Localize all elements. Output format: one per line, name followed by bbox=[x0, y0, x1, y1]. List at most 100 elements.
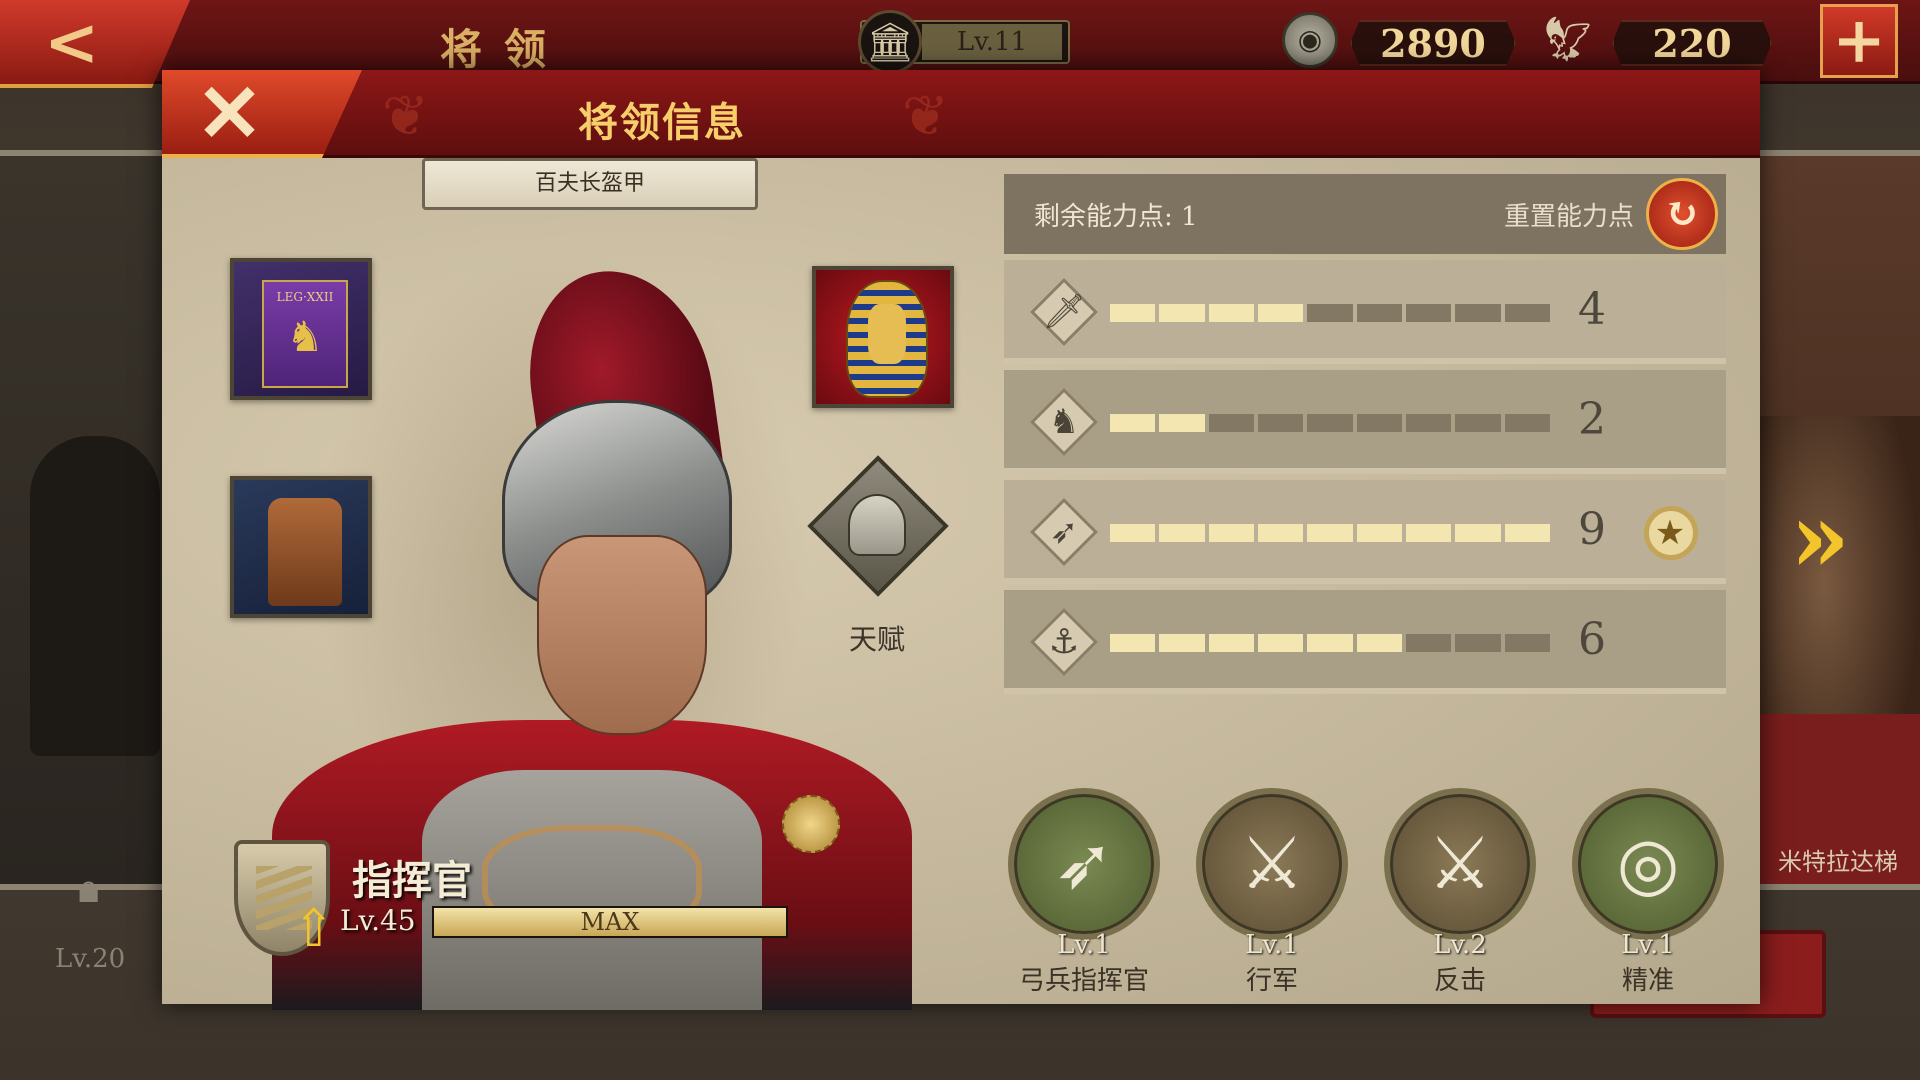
stat-segment-empty bbox=[1504, 634, 1550, 652]
stat-segment-empty bbox=[1307, 304, 1353, 322]
next-general-name: 米特拉达梯 bbox=[1778, 848, 1898, 876]
stat-row-attack[interactable]: 🗡︎ 4 bbox=[1004, 260, 1726, 364]
stat-segment-empty bbox=[1406, 304, 1452, 322]
stat-segment-empty bbox=[1504, 414, 1550, 432]
skill-level: Lv.1 bbox=[1245, 930, 1299, 960]
laurel-right-icon: ❦ bbox=[902, 84, 949, 149]
required-level: Lv.20 bbox=[55, 944, 126, 974]
stat-segment-empty bbox=[1307, 414, 1353, 432]
stat-segment-filled bbox=[1208, 524, 1254, 542]
skill-level: Lv.2 bbox=[1433, 930, 1487, 960]
castle-level-text: Lv.11 bbox=[922, 24, 1062, 60]
stat-segment-filled bbox=[1159, 524, 1205, 542]
anchor-icon: ⚓︎ bbox=[1030, 608, 1098, 676]
target-icon: ◎ bbox=[1616, 821, 1680, 905]
skill-level: Lv.1 bbox=[1621, 930, 1675, 960]
equipment-slot-mask[interactable] bbox=[812, 266, 954, 408]
stat-segment-filled bbox=[1208, 304, 1254, 322]
stat-segment-filled bbox=[1110, 304, 1156, 322]
dialog-title: 将领信息 bbox=[578, 99, 746, 146]
rank-title: 指挥官 bbox=[352, 857, 472, 904]
stat-row-naval[interactable]: ⚓︎ 6 bbox=[1004, 590, 1726, 694]
skill-march[interactable]: ⚔︎ Lv.1 行军 bbox=[1192, 788, 1352, 1008]
stat-segment-empty bbox=[1455, 634, 1501, 652]
stat-row-cavalry[interactable]: ♞ 2 bbox=[1004, 370, 1726, 474]
stat-segment-filled bbox=[1356, 634, 1402, 652]
stat-segment-filled bbox=[1110, 634, 1156, 652]
general-level: Lv.45 bbox=[340, 904, 416, 937]
stat-segment-empty bbox=[1208, 414, 1254, 432]
stat-segment-filled bbox=[1307, 634, 1353, 652]
stat-segment-filled bbox=[1208, 634, 1254, 652]
stat-segment-filled bbox=[1406, 524, 1452, 542]
stat-segment-filled bbox=[1258, 304, 1304, 322]
add-currency-button[interactable]: + bbox=[1820, 4, 1898, 78]
stat-segment-filled bbox=[1159, 304, 1205, 322]
stat-bar bbox=[1110, 524, 1550, 542]
stat-segment-empty bbox=[1455, 304, 1501, 322]
counterattack-icon: ⚔︎ bbox=[1427, 821, 1493, 905]
stat-segment-empty bbox=[1406, 414, 1452, 432]
stat-segment-filled bbox=[1159, 414, 1205, 432]
eagle-currency-value: 220 bbox=[1652, 21, 1732, 66]
reset-points-label: 重置能力点 bbox=[1504, 202, 1635, 232]
skill-archer-commander[interactable]: ➶ Lv.1 弓兵指挥官 bbox=[1004, 788, 1164, 1008]
back-arrow-icon: < bbox=[44, 3, 100, 81]
skill-name: 反击 bbox=[1433, 966, 1486, 996]
castle-level: 🏛︎ Lv.11 bbox=[858, 10, 1070, 74]
reset-points-button[interactable]: ↻ bbox=[1646, 178, 1718, 250]
stat-segment-filled bbox=[1159, 634, 1205, 652]
experience-bar: MAX bbox=[432, 906, 788, 938]
skill-level: Lv.1 bbox=[1057, 930, 1111, 960]
talent-label: 天赋 bbox=[848, 623, 905, 656]
bow-icon: ➶ bbox=[1030, 498, 1098, 566]
ability-points-header: 剩余能力点: 1 重置能力点 ↻ bbox=[1004, 174, 1726, 254]
stat-segment-empty bbox=[1356, 304, 1402, 322]
talent-button[interactable] bbox=[807, 455, 949, 597]
stat-segment-filled bbox=[1258, 634, 1304, 652]
leather-armor-icon bbox=[268, 498, 342, 606]
stat-value: 9 bbox=[1578, 504, 1606, 555]
skill-name: 精准 bbox=[1621, 966, 1674, 996]
legion-banner-icon: LEG·XXII ♞ bbox=[262, 280, 348, 388]
stat-value: 6 bbox=[1578, 614, 1606, 665]
stat-segment-filled bbox=[1356, 524, 1402, 542]
stat-bar bbox=[1110, 414, 1550, 432]
stat-segment-filled bbox=[1455, 524, 1501, 542]
bow-icon: ➶ bbox=[1053, 821, 1115, 905]
stat-segment-filled bbox=[1110, 524, 1156, 542]
skill-precision[interactable]: ◎ Lv.1 精准 bbox=[1568, 788, 1728, 1008]
stat-segment-filled bbox=[1258, 524, 1304, 542]
coin-counter: 2890 bbox=[1350, 20, 1516, 66]
stat-bar bbox=[1110, 634, 1550, 652]
remaining-points: 剩余能力点: 1 bbox=[1034, 202, 1198, 232]
experience-bar-label: MAX bbox=[580, 908, 640, 936]
portrait-medal bbox=[782, 795, 840, 853]
stat-segment-filled bbox=[1307, 524, 1353, 542]
eagle-currency-counter: 220 bbox=[1612, 20, 1772, 66]
ability-points-panel: 剩余能力点: 1 重置能力点 ↻ 🗡︎ 4 ♞ 2 ➶ 9 ★ ⚓︎ 6 bbox=[1004, 174, 1726, 698]
stat-segment-empty bbox=[1258, 414, 1304, 432]
equipment-slot-banner[interactable]: LEG·XXII ♞ bbox=[230, 258, 372, 400]
stat-row-archery[interactable]: ➶ 9 ★ bbox=[1004, 480, 1726, 584]
stat-segment-filled bbox=[1110, 414, 1156, 432]
castle-icon: 🏛︎ bbox=[858, 10, 922, 74]
next-arrow-icon[interactable]: » bbox=[1790, 488, 1850, 588]
previous-general-card[interactable]: 🔒︎ Lv.20 bbox=[0, 150, 168, 974]
stat-segment-filled bbox=[1504, 524, 1550, 542]
locked-general-silhouette bbox=[30, 436, 160, 756]
coin-icon: ◉ bbox=[1282, 12, 1338, 68]
page-title: 将领 bbox=[440, 25, 569, 74]
stat-segment-empty bbox=[1406, 634, 1452, 652]
rank-up-arrow-icon: ⇧ bbox=[292, 898, 336, 959]
armor-name-label[interactable]: 百夫长盔甲 bbox=[422, 158, 758, 210]
portrait-face bbox=[537, 535, 707, 735]
rank-badge: ⇧ bbox=[234, 840, 336, 970]
skill-counterattack[interactable]: ⚔︎ Lv.2 反击 bbox=[1380, 788, 1540, 1008]
sword-icon: 🗡︎ bbox=[1030, 278, 1098, 346]
march-icon: ⚔︎ bbox=[1239, 821, 1305, 905]
lock-icon: 🔒︎ bbox=[78, 866, 100, 912]
skill-name: 弓兵指挥官 bbox=[1018, 966, 1149, 996]
equipment-slot-armor[interactable] bbox=[230, 476, 372, 618]
dialog-header: ✕ ❦ 将领信息 ❦ bbox=[162, 70, 1760, 158]
